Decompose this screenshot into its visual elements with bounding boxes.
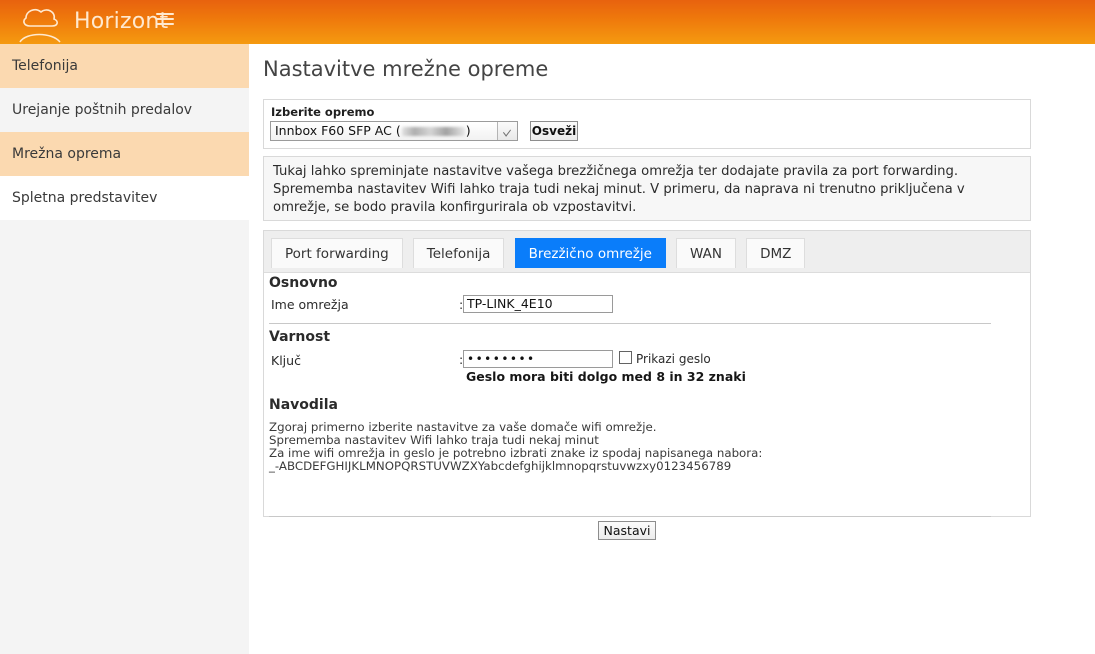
sidebar-item-telefonija[interactable]: Telefonija	[0, 44, 249, 88]
tab-port-forwarding[interactable]: Port forwarding	[271, 238, 403, 268]
show-password-checkbox[interactable]	[619, 351, 632, 364]
key-label: Ključ	[271, 353, 301, 368]
brand-title: Horizont	[74, 9, 169, 34]
info-panel: Tukaj lahko spreminjate nastavitve vašeg…	[263, 156, 1031, 221]
network-name-label: Ime omrežja	[271, 297, 349, 312]
device-select[interactable]: Innbox F60 SFP AC ()	[270, 121, 518, 141]
main-content: Nastavitve mrežne opreme Izberite opremo…	[249, 44, 1095, 654]
key-input[interactable]: ••••••••	[463, 350, 613, 368]
sidebar-item-label: Mrežna oprema	[12, 146, 122, 162]
submit-button[interactable]: Nastavi	[598, 521, 656, 540]
page-title: Nastavitve mrežne opreme	[263, 57, 549, 81]
form-body: Osnovno Ime omrežja : TP-LINK_4E10 Varno…	[264, 273, 1030, 540]
sidebar: Telefonija Urejanje poštnih predalov Mre…	[0, 44, 249, 654]
divider-submit	[269, 516, 991, 517]
section-title-navodila: Navodila	[269, 397, 338, 413]
sidebar-item-mrezna-oprema[interactable]: Mrežna oprema	[0, 132, 249, 176]
cloud-icon	[19, 9, 61, 43]
sidebar-item-label: Urejanje poštnih predalov	[12, 102, 193, 118]
device-select-value-suffix: )	[465, 123, 471, 138]
instructions-charset: _-ABCDEFGHIJKLMNOPQRSTUVWZXYabcdefghijkl…	[269, 459, 732, 473]
tab-bar: Port forwarding Telefonija Brezžično omr…	[264, 231, 1030, 273]
password-hint: Geslo mora biti dolgo med 8 in 32 znaki	[466, 369, 746, 384]
device-select-value-prefix: Innbox F60 SFP AC (	[275, 123, 401, 138]
divider-osnovno	[269, 323, 991, 324]
show-password-label[interactable]: Prikazi geslo	[636, 352, 711, 366]
sidebar-filler	[0, 220, 249, 654]
refresh-button[interactable]: Osveži	[530, 121, 578, 141]
tab-brezzicno-omrezje[interactable]: Brezžično omrežje	[514, 238, 666, 268]
section-title-varnost: Varnost	[269, 329, 331, 345]
sidebar-item-label: Telefonija	[12, 58, 79, 74]
chevron-down-icon[interactable]	[497, 122, 517, 140]
section-title-osnovno: Osnovno	[269, 275, 338, 291]
tab-dmz[interactable]: DMZ	[746, 238, 806, 268]
device-select-panel: Izberite opremo Innbox F60 SFP AC () Osv…	[263, 99, 1031, 149]
tab-telefonija[interactable]: Telefonija	[412, 238, 505, 268]
info-text: Tukaj lahko spreminjate nastavitve vašeg…	[273, 164, 965, 215]
sidebar-item-spletna-predstavitev[interactable]: Spletna predstavitev	[0, 176, 249, 220]
network-name-input[interactable]: TP-LINK_4E10	[463, 295, 613, 313]
sidebar-item-label: Spletna predstavitev	[12, 190, 158, 206]
tab-wan[interactable]: WAN	[676, 238, 736, 268]
device-select-label: Izberite opremo	[271, 105, 375, 119]
settings-panel: Port forwarding Telefonija Brezžično omr…	[263, 230, 1031, 540]
sidebar-item-urejanje-postnih-predalov[interactable]: Urejanje poštnih predalov	[0, 88, 249, 132]
redacted-serial	[401, 127, 465, 136]
app-header: Horizont	[0, 0, 1095, 44]
hamburger-menu-icon[interactable]	[156, 13, 174, 29]
